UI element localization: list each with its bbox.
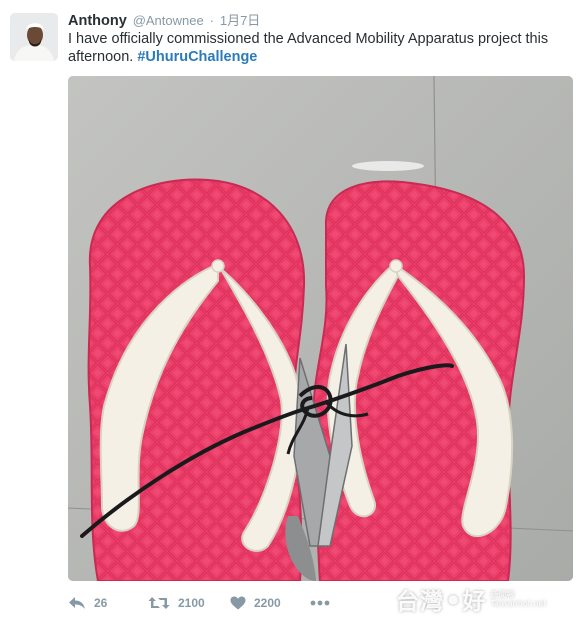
reply-button[interactable]: 26 <box>68 596 148 610</box>
tweet: Anthony @Antownee · 1月7日 I have official… <box>0 0 583 621</box>
retweet-button[interactable]: 2100 <box>148 596 230 610</box>
tweet-timestamp[interactable]: 1月7日 <box>220 13 260 28</box>
tweet-text: I have officially commissioned the Advan… <box>68 30 568 66</box>
heart-icon <box>230 596 246 610</box>
watermark-dot: ● <box>448 592 459 606</box>
tweet-media-photo[interactable] <box>68 76 573 581</box>
site-watermark: 台灣 ● 好 新聞報 Taiwanhot.net <box>396 580 578 618</box>
more-button[interactable] <box>310 600 330 606</box>
avatar-image <box>10 13 58 61</box>
like-count: 2200 <box>254 596 281 610</box>
watermark-small: 新聞報 Taiwanhot.net <box>490 590 546 608</box>
reply-icon <box>69 597 85 609</box>
hashtag-link[interactable]: #UhuruChallenge <box>137 49 257 65</box>
flip-flops-photo <box>68 76 573 581</box>
tweet-header: Anthony @Antownee · 1月7日 <box>68 11 260 30</box>
like-button[interactable]: 2200 <box>230 596 310 610</box>
watermark-text-left: 台灣 <box>396 589 444 615</box>
retweet-icon <box>148 597 170 609</box>
retweet-count: 2100 <box>178 596 205 610</box>
watermark-text-right: 好 <box>462 589 487 615</box>
watermark-small-line-1: 新聞報 <box>490 590 515 599</box>
more-dots-icon <box>310 600 330 606</box>
user-handle[interactable]: @Antownee <box>133 13 204 28</box>
watermark-small-line-2: Taiwanhot.net <box>490 599 547 608</box>
avatar[interactable] <box>10 13 58 61</box>
user-fullname[interactable]: Anthony <box>68 13 127 29</box>
reply-count: 26 <box>94 596 108 610</box>
tweet-actions: 26 2100 2200 <box>68 592 330 614</box>
header-separator: · <box>209 13 214 28</box>
